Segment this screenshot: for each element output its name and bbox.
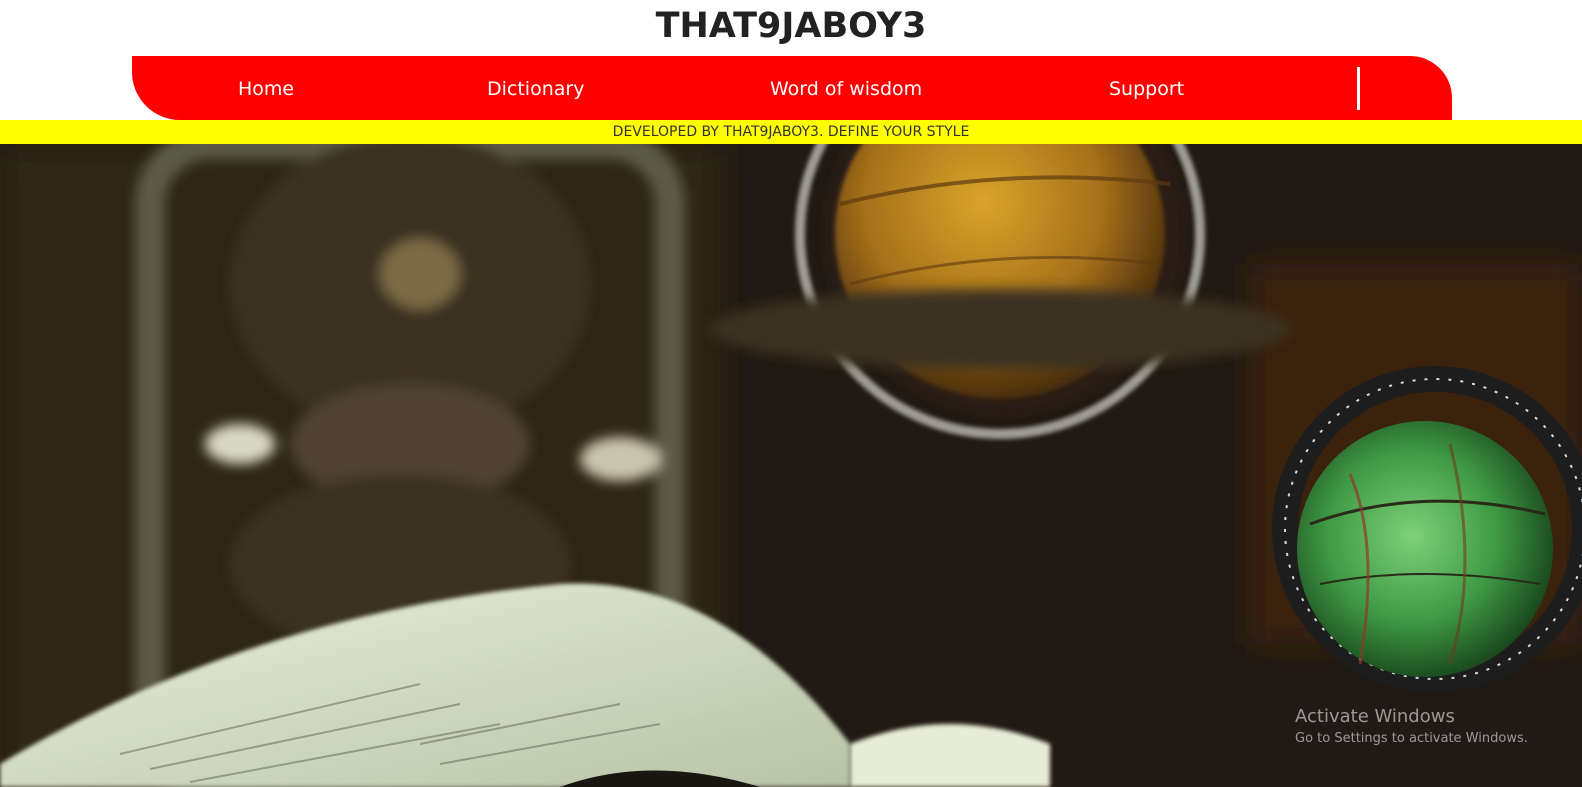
activate-windows-title: Activate Windows — [1295, 706, 1455, 727]
nav-link-word-of-wisdom[interactable]: Word of wisdom — [770, 76, 922, 102]
nav-link-dictionary[interactable]: Dictionary — [487, 76, 584, 102]
activate-windows-subtitle: Go to Settings to activate Windows. — [1295, 731, 1528, 746]
windows-activation-watermark: Activate Windows Go to Settings to activ… — [1295, 705, 1575, 749]
hero-image — [0, 144, 1582, 787]
site-title: THAT9JABOY3 — [655, 6, 927, 46]
developer-banner: DEVELOPED BY THAT9JABOY3. DEFINE YOUR ST… — [0, 120, 1582, 144]
hero-photo-illustration — [0, 144, 1582, 787]
nav-link-support[interactable]: Support — [1109, 76, 1184, 102]
nav-divider — [1357, 67, 1360, 110]
main-navbar: Home Dictionary Word of wisdom Support — [132, 56, 1452, 120]
site-header: THAT9JABOY3 — [0, 0, 1582, 56]
nav-link-home[interactable]: Home — [238, 76, 294, 102]
green-globe — [1272, 366, 1582, 692]
